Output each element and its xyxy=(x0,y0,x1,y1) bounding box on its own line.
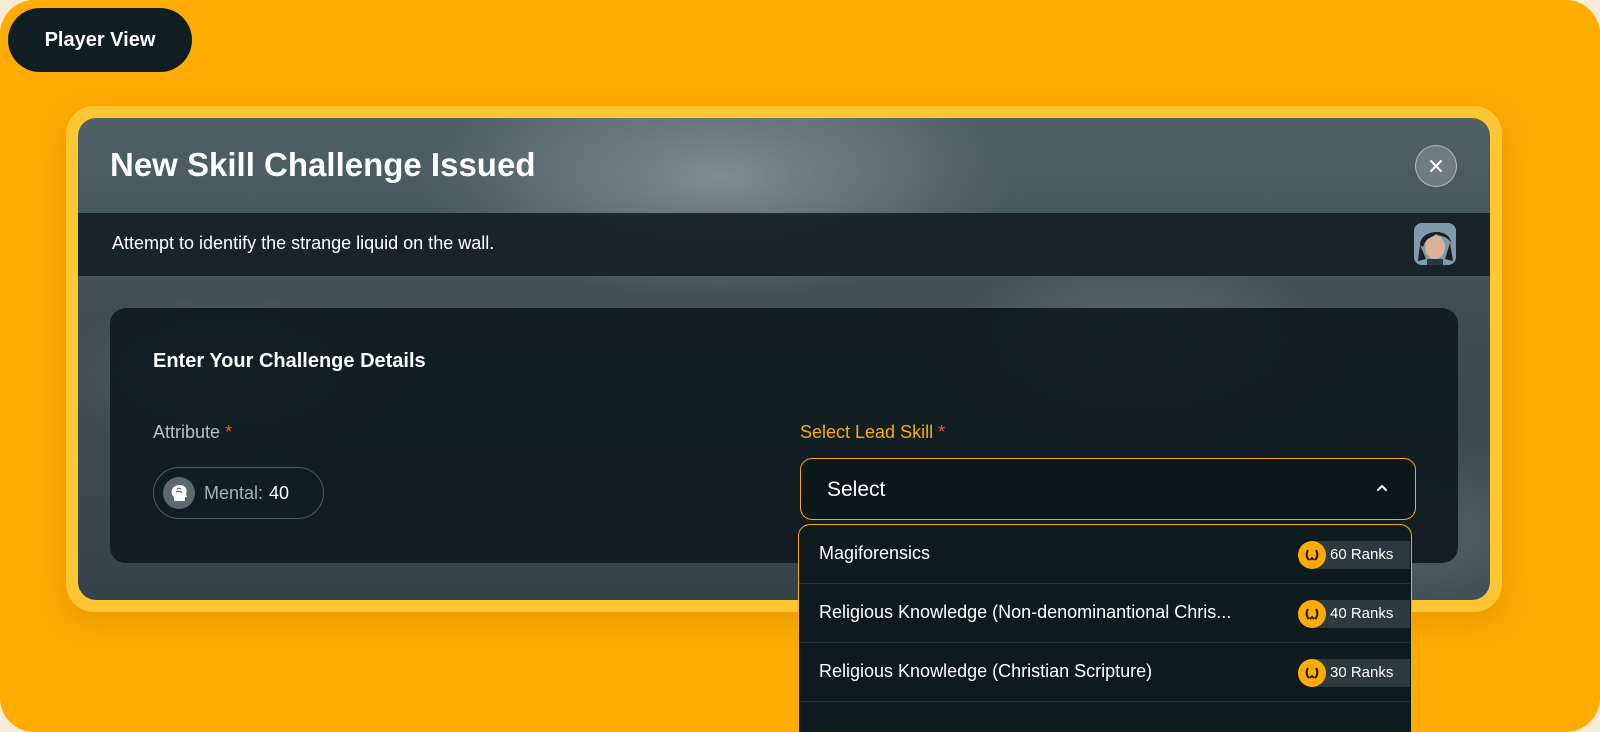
chevron-up-icon xyxy=(1377,485,1387,491)
select-value: Select xyxy=(827,478,886,501)
app-frame: Player View New Skill Challenge Issued A… xyxy=(0,0,1600,732)
rank-badge: 60 Ranks xyxy=(1298,541,1410,569)
attribute-name: Mental: xyxy=(204,482,264,503)
player-view-button[interactable]: Player View xyxy=(8,8,192,72)
avatar xyxy=(1414,223,1456,265)
rank-count: 60 Ranks xyxy=(1330,546,1394,563)
laurel-icon xyxy=(1298,600,1326,628)
close-icon xyxy=(1430,160,1442,172)
challenge-description: Attempt to identify the strange liquid o… xyxy=(112,233,495,253)
close-button[interactable] xyxy=(1415,145,1457,187)
character-portrait-icon xyxy=(1414,223,1456,265)
rank-count: 40 Ranks xyxy=(1330,605,1394,622)
attribute-value: 40 xyxy=(269,482,290,503)
rank-badge: 30 Ranks xyxy=(1298,659,1410,687)
challenge-description-bar: Attempt to identify the strange liquid o… xyxy=(78,213,1490,276)
attribute-chip: Mental: 40 xyxy=(153,467,324,519)
option-label: Religious Knowledge (Christian Scripture… xyxy=(819,661,1153,681)
brain-head-icon xyxy=(163,477,195,509)
laurel-icon xyxy=(1298,659,1326,687)
lead-skill-label: Select Lead Skill * xyxy=(800,422,946,442)
rank-badge: 40 Ranks xyxy=(1298,600,1410,628)
lead-skill-dropdown: Magiforensics 60 Ranks Religious Knowled… xyxy=(798,524,1412,732)
dropdown-option-partial[interactable] xyxy=(799,702,1410,732)
option-label: Religious Knowledge (Non-denominantional… xyxy=(819,602,1232,622)
rank-count: 30 Ranks xyxy=(1330,664,1394,681)
dropdown-option[interactable]: Magiforensics 60 Ranks xyxy=(799,525,1410,584)
attribute-label: Attribute * xyxy=(153,422,233,442)
laurel-icon xyxy=(1298,541,1326,569)
panel-title: Enter Your Challenge Details xyxy=(153,350,426,372)
dropdown-option[interactable]: Religious Knowledge (Christian Scripture… xyxy=(799,643,1410,702)
lead-skill-select[interactable]: Select xyxy=(800,458,1416,520)
required-marker: * xyxy=(225,422,233,442)
option-label: Magiforensics xyxy=(819,543,931,563)
dropdown-option[interactable]: Religious Knowledge (Non-denominantional… xyxy=(799,584,1410,643)
required-marker: * xyxy=(938,422,946,442)
modal-title: New Skill Challenge Issued xyxy=(110,146,536,183)
